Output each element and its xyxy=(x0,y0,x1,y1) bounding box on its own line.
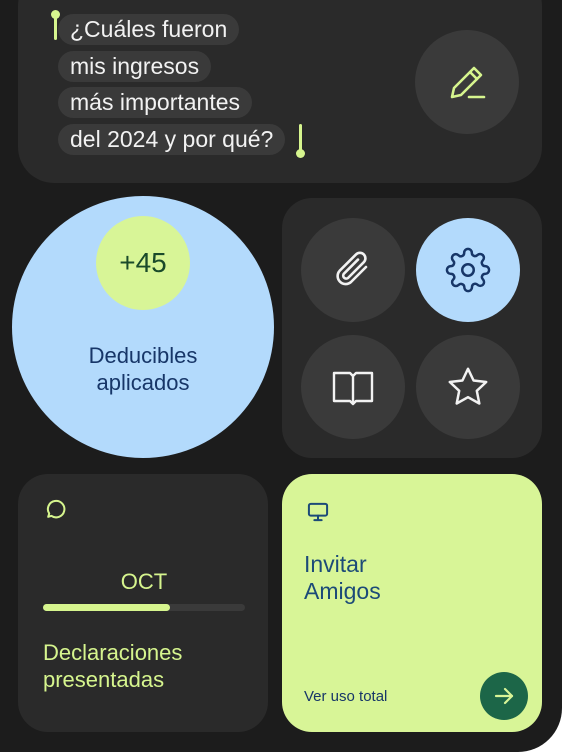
declarations-label-line2: presentadas xyxy=(43,667,165,692)
pencil-icon xyxy=(450,66,486,99)
prompt-line-3: más importantes xyxy=(58,87,253,118)
deductibles-widget[interactable]: +45 Deducibles aplicados xyxy=(12,196,274,458)
deductibles-count: +45 xyxy=(96,216,190,310)
declarations-label: Declaraciones presentadas xyxy=(43,639,253,693)
deductibles-label: Deducibles aplicados xyxy=(12,342,274,396)
invite-title: Invitar Amigos xyxy=(304,551,504,605)
edit-prompt-button[interactable] xyxy=(415,30,519,134)
chat-bubble-icon xyxy=(46,499,66,519)
deductibles-label-line2: aplicados xyxy=(96,370,190,395)
invite-title-line2: Amigos xyxy=(304,578,381,604)
attach-button[interactable] xyxy=(301,218,405,322)
declarations-month: OCT xyxy=(120,569,168,594)
settings-button[interactable] xyxy=(416,218,520,322)
declarations-card[interactable]: OCT Declaraciones presentadas xyxy=(18,474,268,732)
paperclip-icon xyxy=(336,251,368,286)
deductibles-label-line1: Deducibles xyxy=(88,343,198,368)
favorites-button[interactable] xyxy=(416,335,520,439)
library-button[interactable] xyxy=(301,335,405,439)
prompt-line-4: del 2024 y por qué? xyxy=(58,124,286,155)
book-icon xyxy=(332,371,374,406)
star-icon xyxy=(448,367,488,405)
selection-start-handle[interactable] xyxy=(51,10,60,40)
gear-icon xyxy=(445,247,491,293)
declarations-label-line1: Declaraciones xyxy=(43,640,183,665)
declarations-progress xyxy=(43,604,245,611)
app-screen: ¿Cuáles fueron mis ingresos más importan… xyxy=(0,0,562,752)
arrow-right-icon xyxy=(494,687,514,705)
prompt-line-2: mis ingresos xyxy=(58,51,212,82)
prompt-line-1: ¿Cuáles fueron xyxy=(58,14,240,45)
invite-card[interactable]: Invitar Amigos Ver uso total xyxy=(282,474,542,732)
invite-arrow-button[interactable] xyxy=(480,672,528,720)
selection-end-handle[interactable] xyxy=(296,124,305,158)
invite-title-line1: Invitar xyxy=(304,551,367,577)
monitor-icon xyxy=(307,502,329,522)
view-usage-link[interactable]: Ver uso total xyxy=(304,688,387,705)
declarations-progress-fill xyxy=(43,604,171,611)
quick-actions-card xyxy=(282,198,542,458)
